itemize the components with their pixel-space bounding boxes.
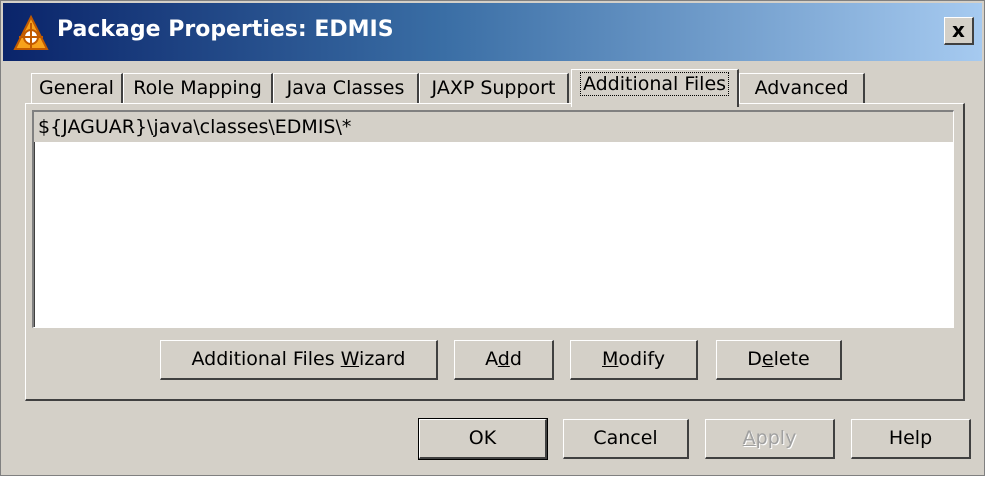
apply-button[interactable]: Apply — [705, 419, 835, 459]
button-label-pre: A — [485, 348, 498, 370]
button-label-post: lete — [773, 348, 810, 370]
mnemonic-key: A — [742, 427, 756, 449]
tab-advanced[interactable]: Advanced — [739, 73, 865, 103]
tab-general[interactable]: General — [31, 73, 123, 103]
tab-java-classes[interactable]: Java Classes — [273, 73, 419, 103]
tab-label: JAXP Support — [431, 77, 556, 99]
delete-button[interactable]: Delete — [716, 340, 842, 380]
add-button[interactable]: Add — [454, 340, 554, 380]
tab-label: Additional Files — [579, 72, 730, 96]
button-label-post: pply — [755, 427, 797, 449]
button-label-post: izard — [359, 348, 406, 370]
button-label-post: d — [509, 348, 522, 370]
mnemonic-key: W — [340, 348, 360, 370]
tab-label: Advanced — [754, 77, 849, 99]
tab-label: Role Mapping — [133, 77, 262, 99]
tab-label: General — [39, 77, 114, 99]
tab-role-mapping[interactable]: Role Mapping — [123, 73, 273, 103]
window-title: Package Properties: EDMIS — [57, 17, 394, 42]
tab-label: Java Classes — [286, 77, 405, 99]
button-label-pre: Additional Files — [191, 348, 341, 370]
package-properties-dialog: Package Properties: EDMIS x General Role… — [0, 0, 985, 476]
tab-jaxp-support[interactable]: JAXP Support — [419, 73, 569, 103]
additional-files-list[interactable]: ${JAGUAR}\java\classes\EDMIS\* — [32, 110, 954, 328]
mnemonic-key: M — [602, 348, 619, 370]
list-item[interactable]: ${JAGUAR}\java\classes\EDMIS\* — [34, 112, 953, 142]
cancel-button[interactable]: Cancel — [563, 419, 689, 459]
additional-files-panel: ${JAGUAR}\java\classes\EDMIS\* Additiona… — [25, 103, 965, 401]
ok-label: OK — [468, 427, 497, 449]
mnemonic-key: d — [497, 348, 510, 370]
cancel-label: Cancel — [593, 427, 658, 449]
close-icon: x — [952, 18, 965, 42]
modify-button[interactable]: Modify — [570, 340, 698, 380]
button-label-post: odify — [618, 348, 665, 370]
package-icon — [11, 13, 51, 53]
close-button[interactable]: x — [944, 17, 974, 45]
help-label: Help — [888, 427, 933, 449]
mnemonic-key: e — [761, 348, 774, 370]
additional-files-wizard-button[interactable]: Additional Files Wizard — [160, 340, 438, 380]
title-bar[interactable]: Package Properties: EDMIS x — [3, 3, 982, 61]
help-button[interactable]: Help — [851, 419, 971, 459]
button-label-pre: D — [747, 348, 762, 370]
tab-additional-files[interactable]: Additional Files — [571, 69, 739, 107]
ok-button[interactable]: OK — [418, 418, 548, 460]
